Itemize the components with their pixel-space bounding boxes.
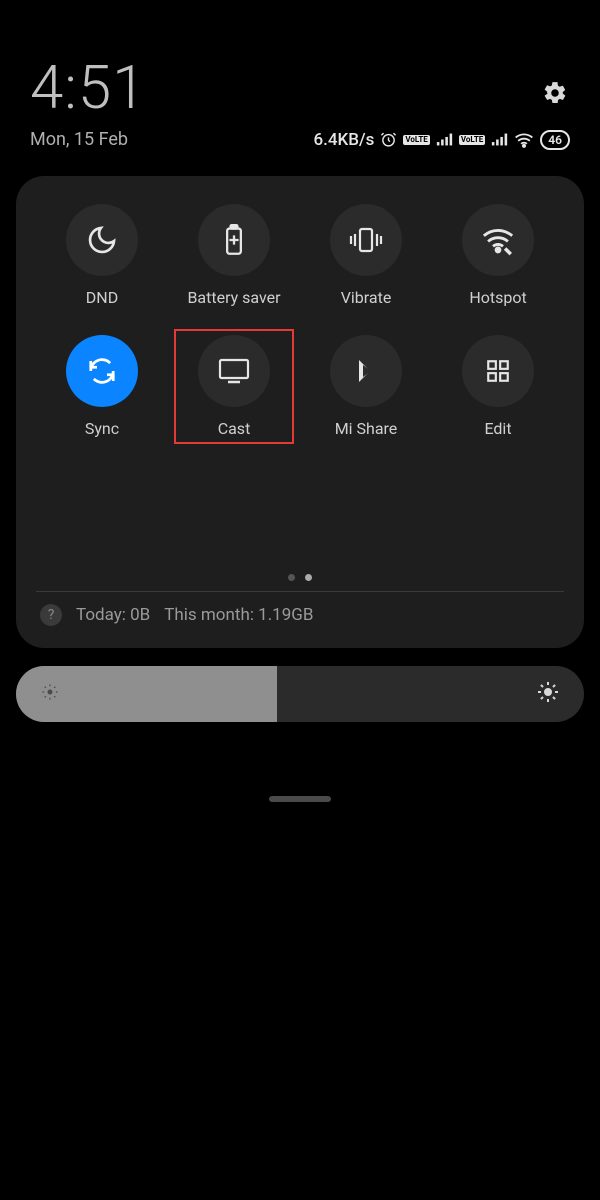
- tile-hotspot-label: Hotspot: [469, 288, 526, 307]
- tile-cast-circle: [198, 335, 270, 407]
- tile-hotspot[interactable]: Hotspot: [432, 204, 564, 307]
- tile-vibrate-label: Vibrate: [341, 288, 392, 307]
- tile-edit[interactable]: Edit: [432, 335, 564, 438]
- moon-icon: [86, 224, 118, 256]
- tile-sync-label: Sync: [85, 419, 119, 438]
- tile-sync-circle: [66, 335, 138, 407]
- tile-mishare-label: Mi Share: [335, 419, 398, 438]
- battery-indicator: 46: [540, 130, 570, 150]
- settings-button[interactable]: [542, 80, 572, 110]
- clock-time: 4:51: [30, 52, 570, 123]
- grid-icon: [485, 358, 511, 384]
- tile-dnd[interactable]: DND: [36, 204, 168, 307]
- pager-dot-0[interactable]: [288, 574, 295, 581]
- tile-dnd-label: DND: [86, 288, 118, 307]
- brightness-high-icon: [536, 680, 560, 708]
- alarm-icon: [380, 131, 397, 148]
- tile-cast[interactable]: Cast: [168, 335, 300, 438]
- gear-icon: [542, 80, 568, 106]
- date-label: Mon, 15 Feb: [30, 129, 128, 150]
- volte-badge-1: VoLTE: [403, 135, 429, 145]
- data-usage-month: This month: 1.19GB: [164, 605, 313, 625]
- panel-divider: [36, 591, 564, 592]
- volte-badge-2: VoLTE: [459, 135, 485, 145]
- help-icon: ?: [40, 604, 62, 626]
- tile-edit-label: Edit: [484, 419, 511, 438]
- tile-vibrate[interactable]: Vibrate: [300, 204, 432, 307]
- tile-edit-circle: [462, 335, 534, 407]
- data-usage-today: Today: 0B: [76, 605, 150, 625]
- tile-battery-label: Battery saver: [187, 288, 280, 307]
- tile-cast-label: Cast: [218, 419, 251, 438]
- network-speed: 6.4KB/s: [313, 130, 374, 150]
- signal-icon-1: [436, 133, 453, 146]
- tile-battery-saver[interactable]: Battery saver: [168, 204, 300, 307]
- battery-plus-icon: [220, 224, 248, 256]
- page-indicator: [36, 574, 564, 581]
- hotspot-icon: [481, 227, 515, 253]
- data-usage-row[interactable]: ? Today: 0B This month: 1.19GB: [36, 604, 564, 634]
- pager-dot-1[interactable]: [305, 574, 312, 581]
- cast-icon: [218, 358, 250, 384]
- tile-mishare[interactable]: Mi Share: [300, 335, 432, 438]
- vibrate-icon: [349, 226, 383, 254]
- nav-gesture-pill[interactable]: [269, 796, 331, 802]
- tile-mishare-circle: [330, 335, 402, 407]
- sync-icon: [87, 356, 117, 386]
- tile-battery-circle: [198, 204, 270, 276]
- signal-icon-2: [491, 133, 508, 146]
- brightness-low-icon: [40, 682, 60, 706]
- tile-vibrate-circle: [330, 204, 402, 276]
- status-bar-right: 6.4KB/s VoLTE VoLTE 46: [313, 130, 570, 150]
- brightness-slider[interactable]: [16, 666, 584, 722]
- wifi-icon: [514, 132, 534, 148]
- mishare-icon: [351, 356, 381, 386]
- tiles-grid: DND Battery saver Vibrate Hotspot: [36, 204, 564, 438]
- tile-hotspot-circle: [462, 204, 534, 276]
- quick-settings-panel: DND Battery saver Vibrate Hotspot: [16, 176, 584, 648]
- tile-sync[interactable]: Sync: [36, 335, 168, 438]
- tile-dnd-circle: [66, 204, 138, 276]
